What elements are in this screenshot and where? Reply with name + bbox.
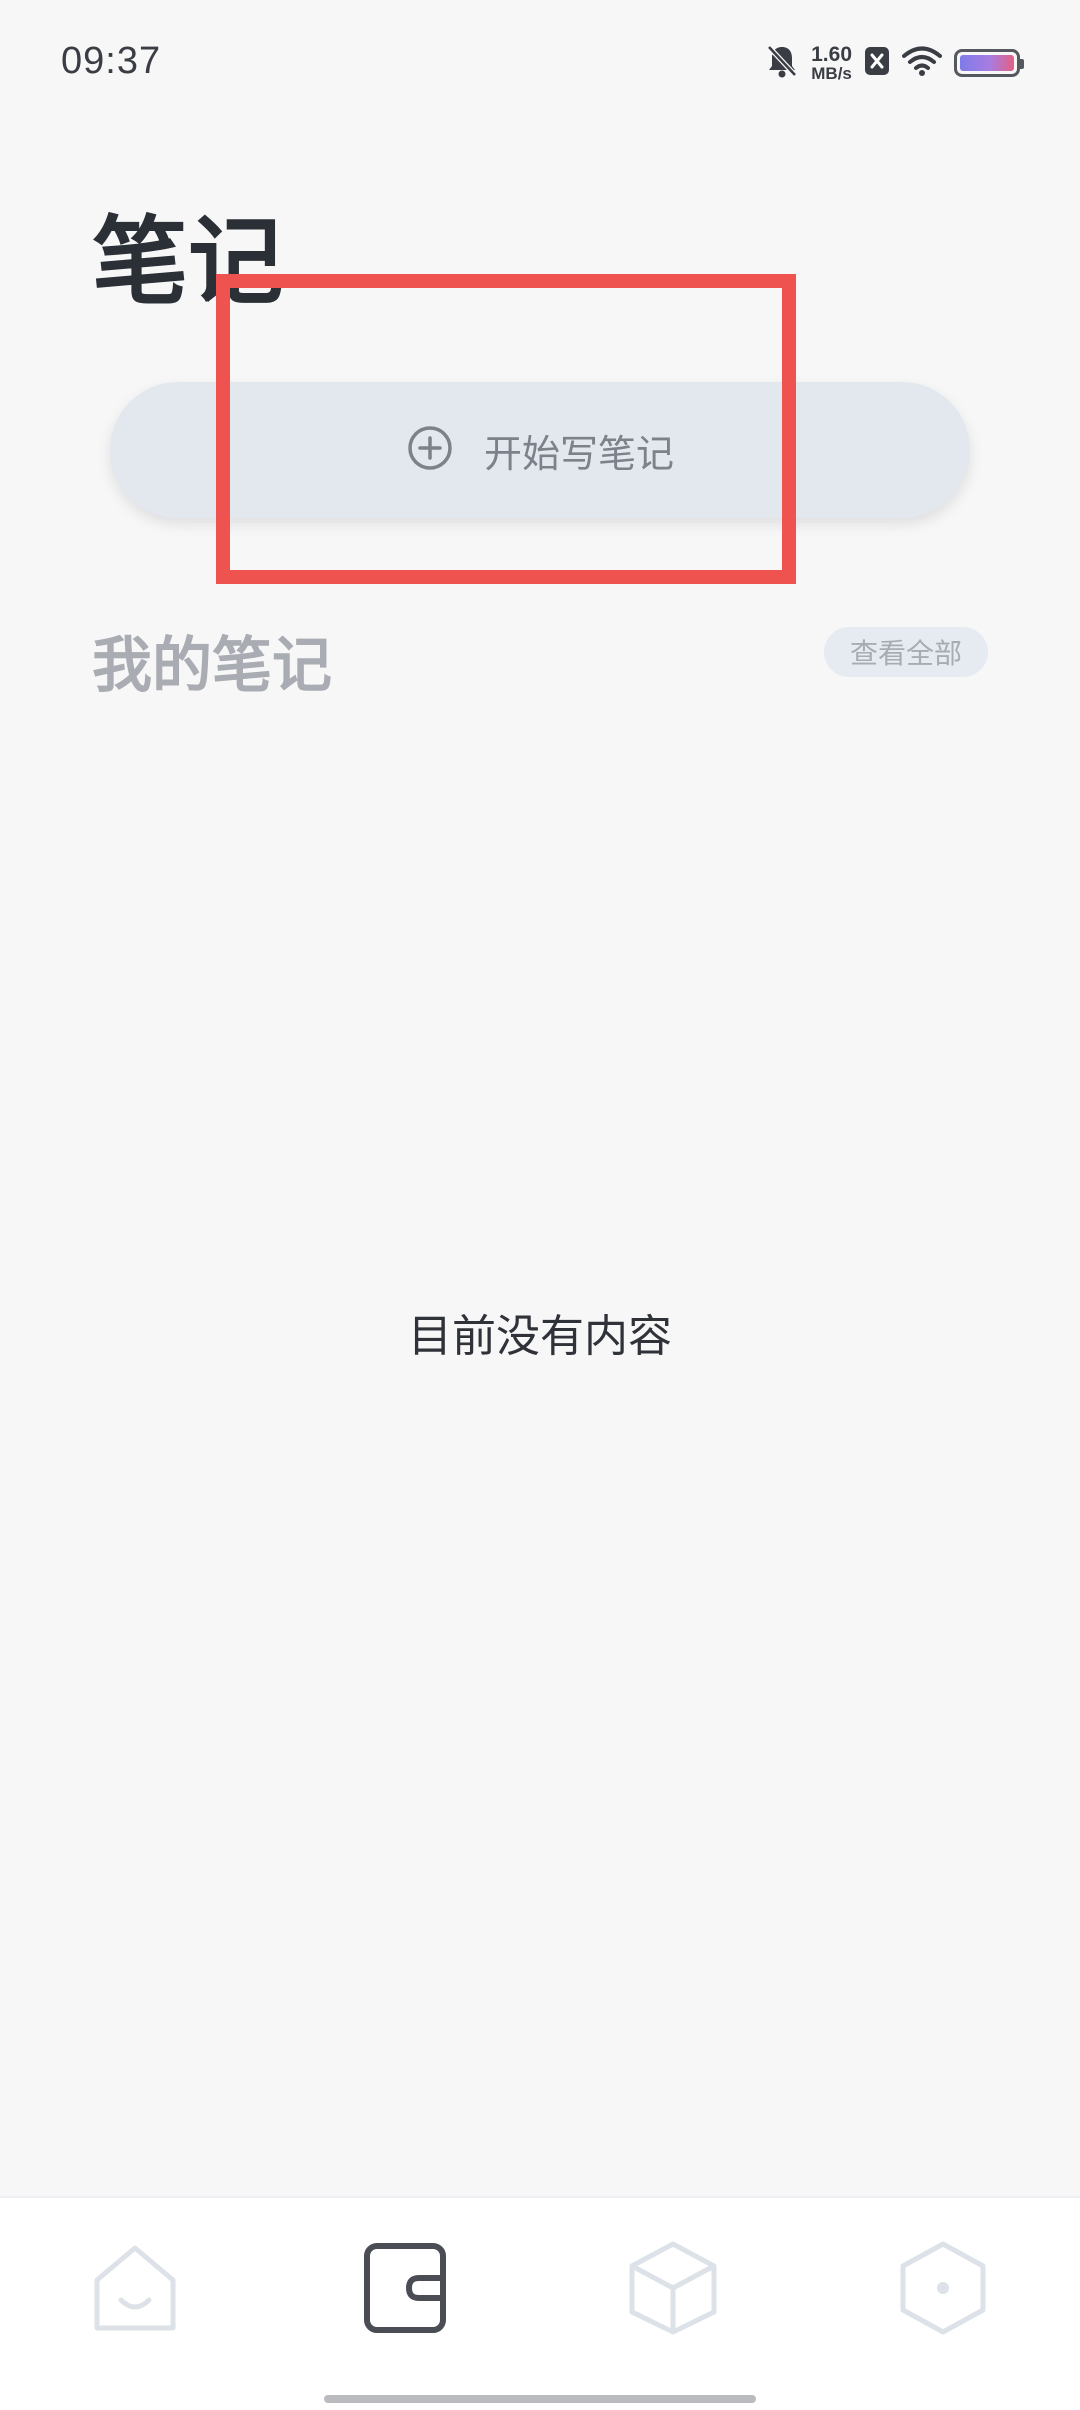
plus-circle-icon (406, 424, 454, 476)
battery-fill (960, 55, 1014, 71)
net-speed-unit: MB/s (811, 64, 852, 83)
wifi-icon (902, 45, 942, 81)
home-icon (87, 2240, 183, 2340)
status-time: 09:37 (61, 40, 162, 82)
cube-icon (628, 2240, 718, 2340)
view-all-button[interactable]: 查看全部 (823, 627, 988, 677)
bell-muted-icon (765, 43, 799, 83)
home-indicator[interactable] (324, 2395, 756, 2403)
bottom-nav (0, 2196, 1080, 2410)
nav-notes[interactable] (355, 2240, 455, 2340)
status-bar: 09:37 1.60 MB/s (0, 0, 1080, 125)
battery-icon (954, 49, 1024, 77)
net-speed: 1.60 MB/s (811, 44, 852, 82)
nav-home[interactable] (85, 2240, 185, 2340)
x-notification-icon (864, 46, 890, 80)
net-speed-value: 1.60 (811, 43, 852, 66)
start-note-label: 开始写笔记 (483, 431, 674, 476)
status-icons: 1.60 MB/s (765, 38, 1024, 88)
page-title: 笔记 (92, 206, 284, 318)
empty-state-text: 目前没有内容 (408, 1311, 672, 1362)
hexagon-icon (899, 2240, 987, 2340)
nav-cube[interactable] (623, 2240, 723, 2340)
my-notes-title: 我的笔记 (92, 631, 332, 701)
nav-settings[interactable] (893, 2240, 993, 2340)
start-note-button[interactable]: 开始写笔记 (110, 382, 970, 518)
wallet-icon (363, 2242, 447, 2338)
